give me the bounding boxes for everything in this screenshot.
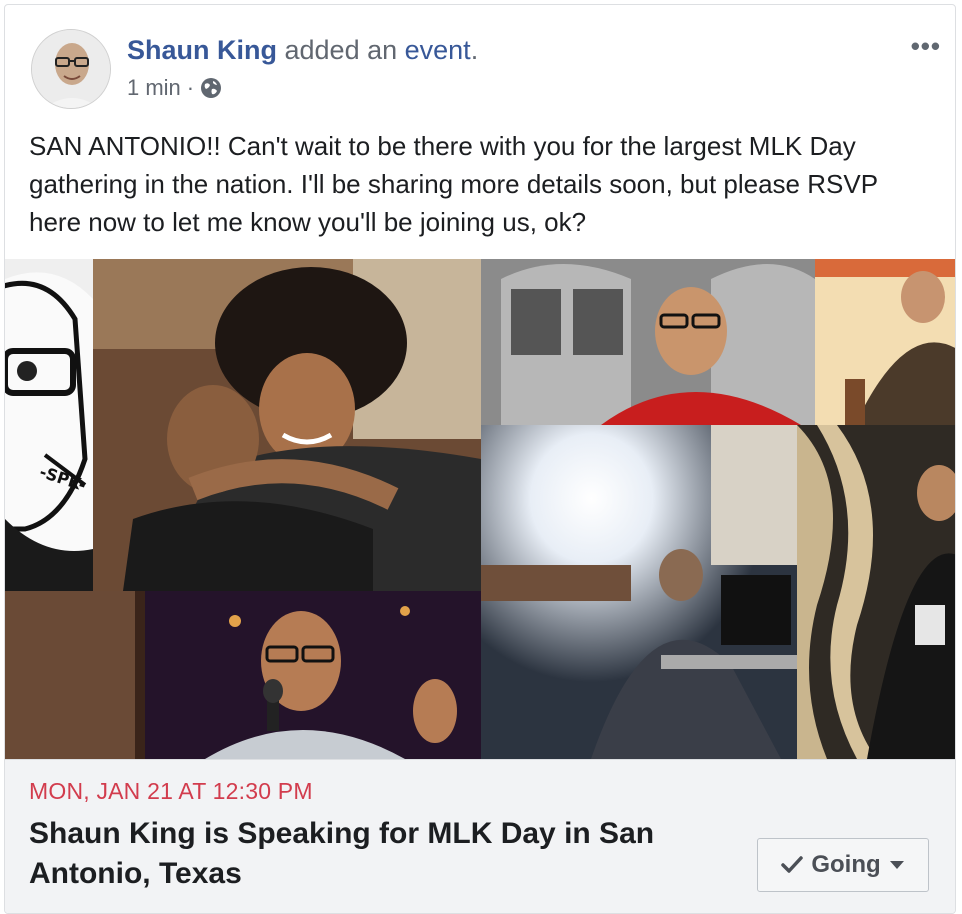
illustration-tile: -SPK- <box>5 259 93 591</box>
couch-image <box>815 259 955 425</box>
event-post-card: Shaun King added an event. 1 min · ••• S… <box>4 4 956 914</box>
illustration-image <box>5 259 93 591</box>
photo-couch <box>815 259 955 425</box>
post-timestamp[interactable]: 1 min <box>127 75 181 101</box>
photo-mural <box>797 425 955 759</box>
going-rsvp-button[interactable]: Going <box>757 838 929 892</box>
post-meta: 1 min · <box>127 75 222 101</box>
doors-image <box>481 259 815 425</box>
meta-separator: · <box>186 75 195 100</box>
author-name-link[interactable]: Shaun King <box>127 35 277 65</box>
globe-icon[interactable] <box>200 77 222 99</box>
photo-library <box>481 425 797 759</box>
photo-embrace <box>93 259 481 591</box>
speaker-image <box>5 591 481 759</box>
photo-speaker <box>5 591 481 759</box>
library-image <box>481 425 797 759</box>
more-options-button[interactable]: ••• <box>911 31 941 62</box>
photo-doors <box>481 259 815 425</box>
caret-down-icon <box>889 861 904 869</box>
post-text: SAN ANTONIO!! Can't wait to be there wit… <box>29 131 878 237</box>
author-avatar[interactable] <box>31 29 111 109</box>
event-title-link[interactable]: Shaun King is Speaking for MLK Day in Sa… <box>29 814 749 894</box>
event-cover-photo[interactable]: -SPK- <box>5 259 955 759</box>
event-date: MON, JAN 21 AT 12:30 PM <box>29 778 313 804</box>
action-suffix: . <box>470 35 479 65</box>
check-icon <box>781 856 804 873</box>
avatar-photo <box>32 30 110 108</box>
mural-image <box>797 425 955 759</box>
action-text: added an <box>277 35 405 65</box>
embrace-image <box>93 259 481 591</box>
going-label: Going <box>811 851 881 878</box>
post-header: Shaun King added an event. <box>127 35 478 66</box>
event-link[interactable]: event <box>405 35 471 65</box>
event-footer: MON, JAN 21 AT 12:30 PM Shaun King is Sp… <box>5 759 955 913</box>
